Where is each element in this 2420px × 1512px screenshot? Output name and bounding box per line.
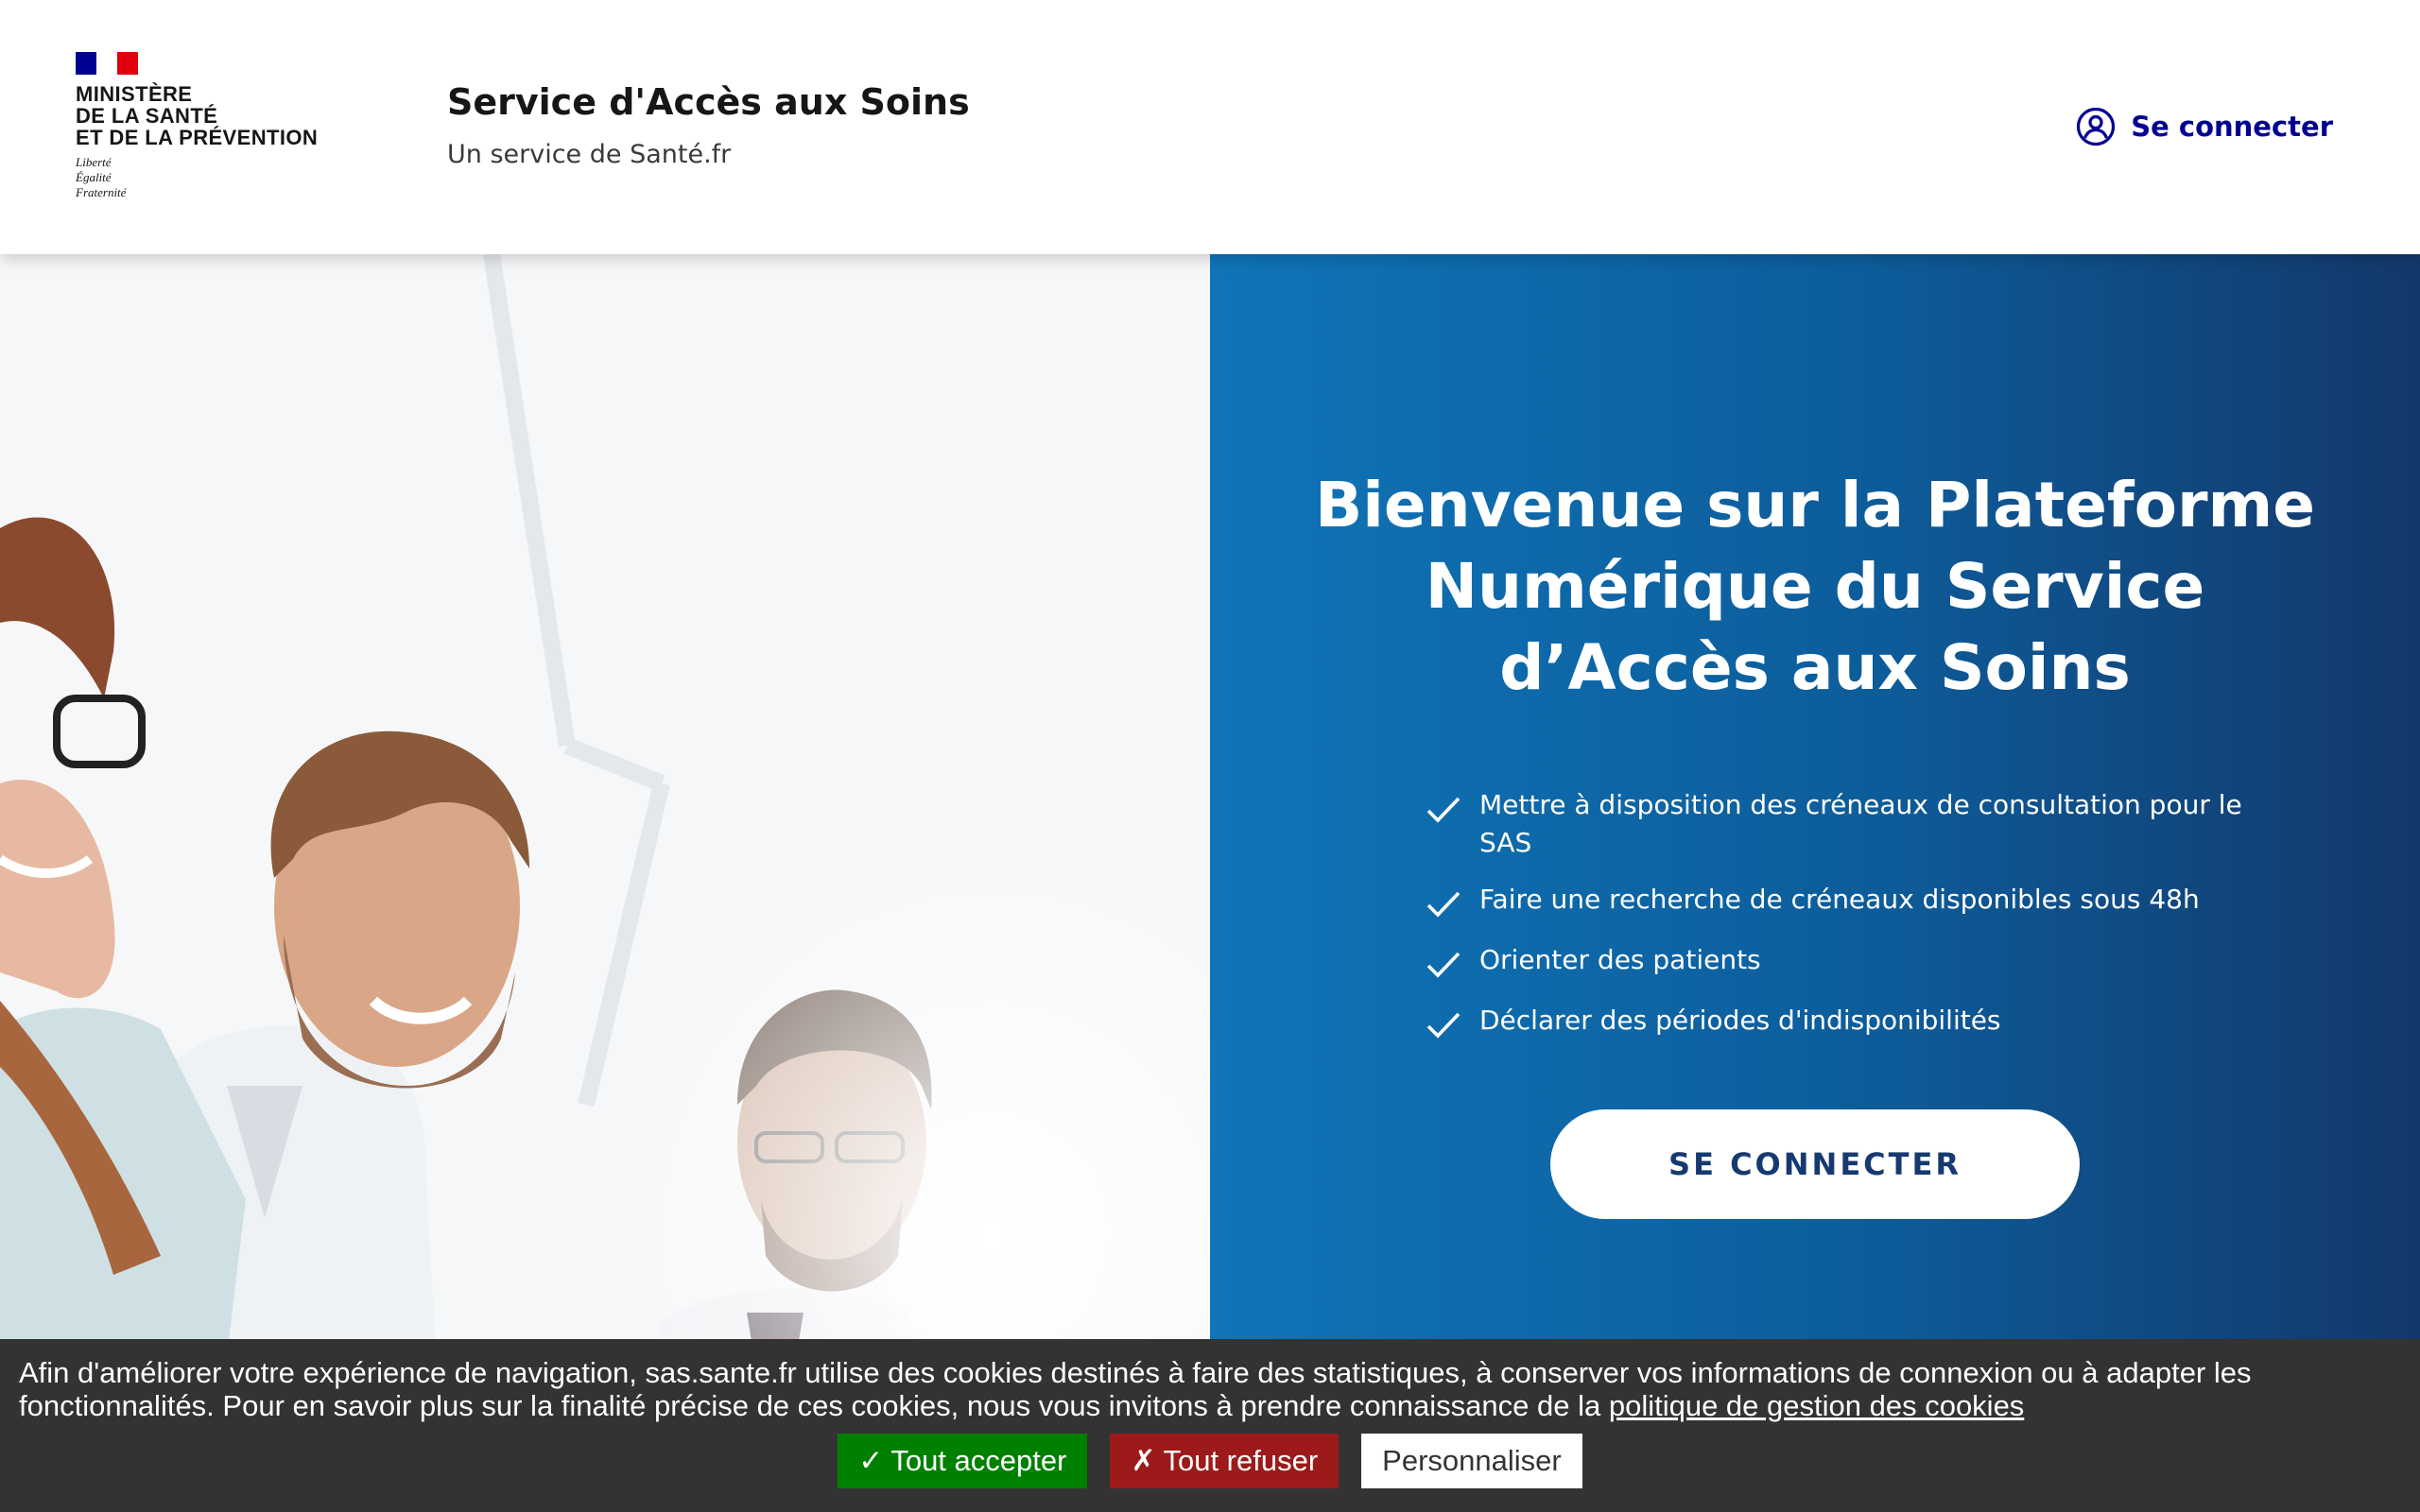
hero-title: Bienvenue sur la Plateforme Numérique du… — [1210, 465, 2420, 709]
cookie-message: Afin d'améliorer votre expérience de nav… — [19, 1356, 2382, 1422]
header-login-label: Se connecter — [2131, 111, 2333, 143]
check-icon — [1426, 1012, 1461, 1039]
feature-item: Déclarer des périodes d'indisponibilités — [1425, 1002, 2256, 1043]
service-title[interactable]: Service d'Accès aux Soins — [447, 81, 970, 123]
hero-title-line: Bienvenue sur la Plateforme — [1314, 469, 2316, 541]
check-icon — [1426, 891, 1461, 918]
header-login-link[interactable]: Se connecter — [2076, 107, 2333, 146]
ministry-line: DE LA SANTÉ — [76, 104, 218, 128]
hero-title-line: Numérique du Service — [1425, 550, 2205, 623]
site-header: MINISTÈRE DE LA SANTÉ ET DE LA PRÉVENTIO… — [0, 0, 2420, 254]
check-icon — [1426, 952, 1461, 978]
motto-line: Liberté — [76, 155, 112, 169]
service-tagline: Un service de Santé.fr — [447, 140, 732, 169]
cookie-banner: Afin d'améliorer votre expérience de nav… — [0, 1339, 2420, 1512]
cookie-actions: ✓ Tout accepter ✗ Tout refuser Personnal… — [0, 1434, 2420, 1488]
cookie-deny-all-button[interactable]: ✗ Tout refuser — [1110, 1434, 1340, 1488]
republic-motto: Liberté Égalité Fraternité — [76, 155, 359, 200]
motto-line: Égalité — [76, 170, 112, 184]
hero-photo — [0, 254, 1210, 1512]
hero-login-button[interactable]: SE CONNECTER — [1550, 1109, 2080, 1219]
cookie-customize-button[interactable]: Personnaliser — [1361, 1434, 1582, 1488]
republic-flag-icon — [76, 52, 138, 75]
feature-text: Déclarer des périodes d'indisponibilités — [1479, 1005, 2001, 1036]
feature-list: Mettre à disposition des créneaux de con… — [1425, 786, 2256, 1062]
hero-title-line: d’Accès aux Soins — [1499, 631, 2131, 704]
motto-line: Fraternité — [76, 185, 127, 199]
ministry-name: MINISTÈRE DE LA SANTÉ ET DE LA PRÉVENTIO… — [76, 83, 359, 148]
ministry-line: ET DE LA PRÉVENTION — [76, 126, 319, 149]
hero-panel: Bienvenue sur la Plateforme Numérique du… — [1210, 254, 2420, 1512]
ministry-logo[interactable]: MINISTÈRE DE LA SANTÉ ET DE LA PRÉVENTIO… — [76, 52, 359, 200]
feature-item: Orienter des patients — [1425, 941, 2256, 983]
cookie-policy-link[interactable]: politique de gestion des cookies — [1609, 1389, 2024, 1422]
feature-text: Mettre à disposition des créneaux de con… — [1479, 789, 2242, 858]
feature-item: Faire une recherche de créneaux disponib… — [1425, 881, 2256, 922]
user-circle-icon — [2077, 107, 2116, 146]
check-icon — [1426, 797, 1461, 823]
cookie-accept-all-button[interactable]: ✓ Tout accepter — [838, 1434, 1088, 1488]
ministry-line: MINISTÈRE — [76, 82, 193, 106]
feature-text: Faire une recherche de créneaux disponib… — [1479, 884, 2200, 915]
feature-text: Orienter des patients — [1479, 944, 1761, 975]
feature-item: Mettre à disposition des créneaux de con… — [1425, 786, 2256, 862]
